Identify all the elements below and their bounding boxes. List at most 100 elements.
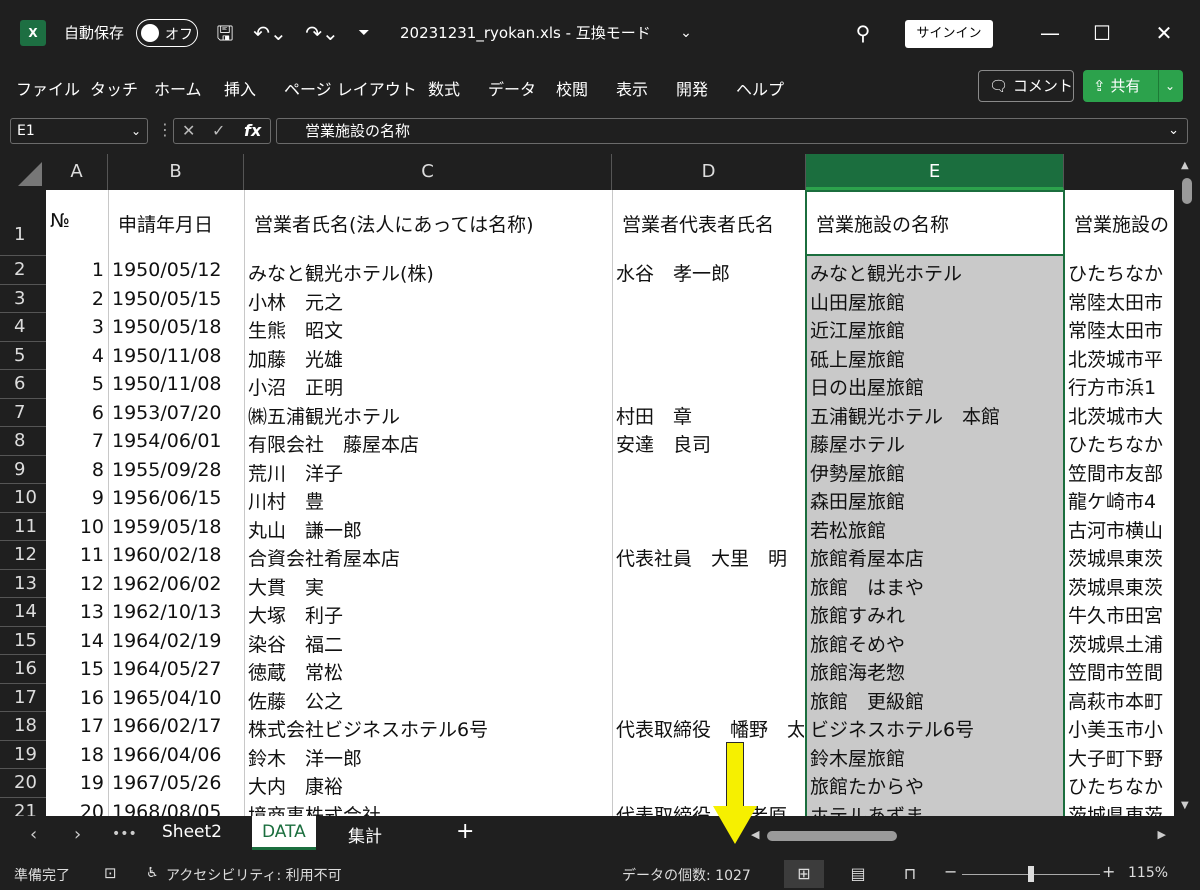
- cell-no[interactable]: 6: [46, 402, 104, 424]
- cell-no[interactable]: 11: [46, 544, 104, 566]
- row-header[interactable]: 3: [0, 285, 46, 313]
- cell-no[interactable]: 5: [46, 373, 104, 395]
- cell-no[interactable]: 2: [46, 288, 104, 310]
- cell-no[interactable]: 14: [46, 630, 104, 652]
- cell-no[interactable]: 3: [46, 316, 104, 338]
- cell-facility[interactable]: 旅館 はまや: [810, 573, 1062, 600]
- cell-operator[interactable]: 鈴木 洋一郎: [248, 744, 610, 771]
- name-box-chevron-down-icon[interactable]: ⌄: [131, 119, 141, 143]
- tab-insert[interactable]: 挿入: [224, 76, 256, 100]
- row-header[interactable]: 16: [0, 655, 46, 684]
- cell-representative[interactable]: 水谷 孝一郎: [616, 259, 804, 286]
- cell-representative[interactable]: 代表取締役 海老原: [616, 801, 804, 817]
- autosave-toggle[interactable]: オフ: [136, 19, 198, 47]
- cell-date[interactable]: 1968/08/05: [112, 801, 244, 817]
- cell-facility[interactable]: 藤屋ホテル: [810, 430, 1062, 457]
- cell-no[interactable]: 12: [46, 573, 104, 595]
- spreadsheet-grid[interactable]: A B C D E 1 2 3 4 5 6 7 8 9 10 11 12 13 14 15 16 17 18 19 2…: [0, 154, 1174, 816]
- scroll-up-icon[interactable]: ▲: [1181, 160, 1189, 171]
- page-break-view-icon[interactable]: ⊓: [890, 860, 930, 888]
- share-button[interactable]: ⇪ 共有 ⌄: [1083, 70, 1183, 102]
- cell-no[interactable]: 13: [46, 601, 104, 623]
- cell-operator[interactable]: 株式会社ビジネスホテル6号: [248, 715, 610, 742]
- document-title[interactable]: 20231231_ryokan.xls - 互換モード: [400, 22, 651, 43]
- cell-operator[interactable]: 生熊 昭文: [248, 316, 610, 343]
- cell-no[interactable]: 9: [46, 487, 104, 509]
- row-header[interactable]: 4: [0, 313, 46, 342]
- cell-address[interactable]: 龍ケ崎市4: [1068, 487, 1172, 514]
- cell-date[interactable]: 1950/11/08: [112, 345, 244, 367]
- cell-address[interactable]: ひたちなか: [1068, 430, 1172, 457]
- zoom-level[interactable]: 115%: [1128, 865, 1168, 881]
- tab-touch[interactable]: タッチ: [90, 76, 138, 100]
- cell-date[interactable]: 1950/05/15: [112, 288, 244, 310]
- zoom-in-icon[interactable]: +: [1102, 862, 1115, 881]
- scroll-down-icon[interactable]: ▼: [1181, 800, 1189, 811]
- formula-bar-grip-icon[interactable]: ⋮: [157, 120, 173, 139]
- cell-operator[interactable]: 丸山 謙一郎: [248, 516, 610, 543]
- cell-operator[interactable]: 大貫 実: [248, 573, 610, 600]
- cell-address[interactable]: 笠間市友部: [1068, 459, 1172, 486]
- cell-no[interactable]: 7: [46, 430, 104, 452]
- zoom-slider-thumb[interactable]: [1028, 866, 1034, 882]
- cell-operator[interactable]: 小沼 正明: [248, 373, 610, 400]
- cell-facility[interactable]: 旅館肴屋本店: [810, 544, 1062, 571]
- signin-button[interactable]: サインイン: [905, 20, 993, 48]
- cell-facility[interactable]: ビジネスホテル6号: [810, 715, 1062, 742]
- tab-help[interactable]: ヘルプ: [736, 76, 784, 100]
- cell-date[interactable]: 1955/09/28: [112, 459, 244, 481]
- tab-data[interactable]: データ: [488, 76, 536, 100]
- sheet-tab-data[interactable]: DATA: [252, 816, 316, 850]
- vertical-scroll-thumb[interactable]: [1182, 178, 1192, 204]
- cell-date[interactable]: 1950/05/12: [112, 259, 244, 281]
- title-chevron-down-icon[interactable]: ⌄: [676, 18, 696, 48]
- cell-facility[interactable]: 旅館そめや: [810, 630, 1062, 657]
- macro-record-icon[interactable]: ⊡: [104, 864, 117, 882]
- cell-address[interactable]: 大子町下野: [1068, 744, 1172, 771]
- row-header[interactable]: 14: [0, 598, 46, 627]
- cell-operator[interactable]: 染谷 福二: [248, 630, 610, 657]
- cell-date[interactable]: 1960/02/18: [112, 544, 244, 566]
- search-icon[interactable]: ⚲: [850, 18, 876, 48]
- sheet-tab-summary[interactable]: 集計: [348, 822, 382, 847]
- column-header-f[interactable]: [1064, 154, 1174, 190]
- tab-file[interactable]: ファイル: [16, 76, 80, 100]
- cell-date[interactable]: 1950/11/08: [112, 373, 244, 395]
- cell-operator[interactable]: 合資会社肴屋本店: [248, 544, 610, 571]
- save-icon[interactable]: 🖫: [212, 18, 238, 48]
- cell-date[interactable]: 1965/04/10: [112, 687, 244, 709]
- normal-view-icon[interactable]: ⊞: [784, 860, 824, 888]
- cell-address[interactable]: 牛久市田宮: [1068, 601, 1172, 628]
- cell-operator[interactable]: ㈱五浦観光ホテル: [248, 402, 610, 429]
- hdr-no-cell[interactable]: №: [50, 210, 100, 232]
- cell-facility[interactable]: 旅館海老惣: [810, 658, 1062, 685]
- zoom-out-icon[interactable]: −: [944, 862, 957, 881]
- cell-address[interactable]: 笠間市笠間: [1068, 658, 1172, 685]
- cell-address[interactable]: 茨城県東茨: [1068, 544, 1172, 571]
- cell-facility[interactable]: 旅館すみれ: [810, 601, 1062, 628]
- prev-sheet-icon[interactable]: ‹: [30, 824, 37, 845]
- cell-facility[interactable]: 砥上屋旅館: [810, 345, 1062, 372]
- cell-address[interactable]: ひたちなか: [1068, 772, 1172, 799]
- cell-address[interactable]: 古河市横山: [1068, 516, 1172, 543]
- cell-facility[interactable]: 五浦観光ホテル 本館: [810, 402, 1062, 429]
- cell-date[interactable]: 1962/10/13: [112, 601, 244, 623]
- column-header-c[interactable]: C: [244, 154, 612, 190]
- tab-page-layout[interactable]: ページ レイアウト: [284, 76, 417, 100]
- row-header[interactable]: 7: [0, 399, 46, 427]
- select-all-corner[interactable]: [0, 154, 46, 190]
- horizontal-scrollbar[interactable]: ◀ ▶: [745, 826, 1170, 846]
- cell-facility[interactable]: 旅館 更級館: [810, 687, 1062, 714]
- column-header-e[interactable]: E: [806, 154, 1064, 190]
- cell-no[interactable]: 4: [46, 345, 104, 367]
- cell-facility[interactable]: 山田屋旅館: [810, 288, 1062, 315]
- cell-date[interactable]: 1956/06/15: [112, 487, 244, 509]
- cell-date[interactable]: 1966/04/06: [112, 744, 244, 766]
- cell-no[interactable]: 10: [46, 516, 104, 538]
- tab-developer[interactable]: 開発: [676, 76, 708, 100]
- cell-representative[interactable]: 村田 章: [616, 402, 804, 429]
- cell-date[interactable]: 1959/05/18: [112, 516, 244, 538]
- cell-address[interactable]: 北茨城市平: [1068, 345, 1172, 372]
- cell-facility[interactable]: 森田屋旅館: [810, 487, 1062, 514]
- cell-operator[interactable]: 小林 元之: [248, 288, 610, 315]
